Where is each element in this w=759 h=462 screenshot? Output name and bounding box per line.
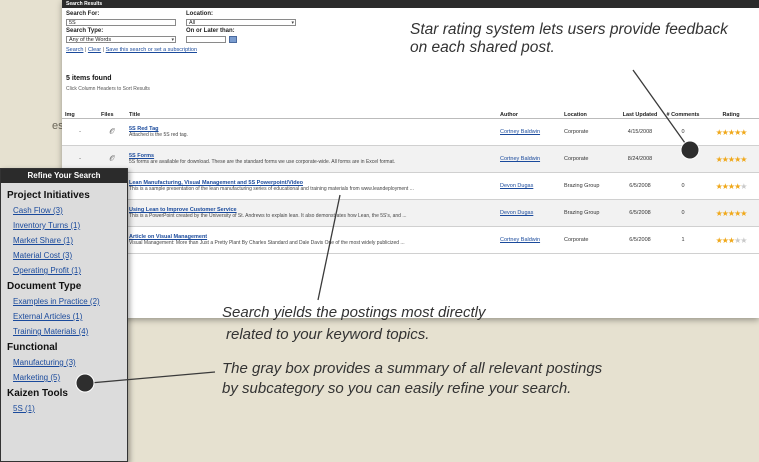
cell-last-updated: 6/5/2008	[617, 226, 663, 254]
refine-search-panel: Refine Your Search Project Initiatives Ca…	[0, 168, 128, 462]
table-row[interactable]: -𝓞Lean Manufacturing, Visual Management …	[62, 172, 759, 200]
author-link[interactable]: Cortney Baldwin	[500, 156, 540, 162]
refine-category-heading: Functional	[7, 342, 58, 353]
link-separator: |	[102, 47, 105, 53]
author-link[interactable]: Devon Dugas	[500, 183, 533, 189]
star-rating[interactable]: ★★★★★	[716, 209, 748, 218]
column-header-last-updated[interactable]: Last Updated	[617, 100, 663, 119]
column-header-title[interactable]: Title	[126, 100, 497, 119]
search-for-label: Search For:	[66, 11, 100, 17]
date-label: On or Later than:	[186, 28, 235, 34]
column-header-location[interactable]: Location	[561, 100, 617, 119]
author-link[interactable]: Cortney Baldwin	[500, 129, 540, 135]
cell-img: -	[62, 118, 98, 146]
result-description: This is a PowerPoint created by the Univ…	[129, 213, 407, 219]
cell-last-updated: 6/5/2008	[617, 199, 663, 227]
refine-panel-title: Refine Your Search	[1, 169, 127, 183]
star-rating[interactable]: ★★★★★	[716, 155, 748, 164]
table-row[interactable]: -𝓞Using Lean to Improve Customer Service…	[62, 199, 759, 227]
cell-comments: 1	[663, 226, 703, 254]
refine-subcategory-link[interactable]: Marketing (5)	[13, 373, 121, 382]
refine-subcategory-link[interactable]: Market Share (1)	[13, 236, 121, 245]
result-description: 5S forms are available for download. The…	[129, 159, 396, 165]
refine-category-heading: Kaizen Tools	[7, 388, 68, 399]
column-header-rating[interactable]: Rating	[703, 100, 759, 119]
cell-last-updated: 4/15/2008	[617, 118, 663, 146]
star-filled-icon[interactable]: ★	[740, 209, 747, 218]
refine-subcategory-link[interactable]: Manufacturing (3)	[13, 358, 121, 367]
results-header-row: Img Files Title Author Location Last Upd…	[62, 100, 759, 119]
search-links: Search | Clear | Save this search or set…	[66, 47, 197, 53]
gray-box-callout-line2: by subcategory so you can easily refine …	[222, 380, 572, 397]
location-value: All	[189, 20, 196, 26]
search-link[interactable]: Search	[66, 47, 83, 53]
column-header-author[interactable]: Author	[497, 100, 561, 119]
column-header-img[interactable]: Img	[62, 100, 98, 119]
gray-box-callout-line1: The gray box provides a summary of all r…	[222, 360, 603, 377]
chevron-down-icon: ▾	[171, 37, 174, 43]
cell-location: Corporate	[561, 226, 617, 254]
star-empty-icon[interactable]: ★	[740, 236, 747, 245]
cell-last-updated: 6/5/2008	[617, 172, 663, 200]
search-type-label: Search Type:	[66, 28, 104, 34]
search-callout-line2: related to your keyword topics.	[226, 326, 430, 343]
rating-callout: Star rating system lets users provide fe…	[410, 21, 728, 56]
cell-location: Corporate	[561, 145, 617, 173]
search-type-value: Any of the Words	[69, 37, 112, 43]
cell-comments: 0	[663, 172, 703, 200]
cell-location: Brazing Group	[561, 199, 617, 227]
author-link[interactable]: Cortney Baldwin	[500, 237, 540, 243]
star-rating[interactable]: ★★★★★	[716, 128, 748, 137]
cell-comments: 0	[663, 199, 703, 227]
calendar-icon[interactable]	[229, 36, 237, 43]
search-for-input[interactable]: 5S	[66, 19, 176, 26]
result-description: Visual Management: More than Just a Pret…	[129, 240, 405, 246]
refine-subcategory-link[interactable]: Operating Profit (1)	[13, 266, 121, 275]
paperclip-icon[interactable]: 𝓞	[109, 127, 114, 136]
result-description: This is a sample presentation of the lea…	[129, 186, 414, 192]
refine-category-heading: Project Initiatives	[7, 190, 90, 201]
paperclip-icon[interactable]: 𝓞	[109, 154, 114, 163]
refine-subcategory-link[interactable]: Training Materials (4)	[13, 327, 121, 336]
star-filled-icon[interactable]: ★	[740, 128, 747, 137]
chevron-down-icon: ▾	[291, 20, 294, 26]
result-description: Attached is the 5S red tag.	[129, 132, 188, 138]
results-table: Img Files Title Author Location Last Upd…	[62, 100, 759, 254]
author-link[interactable]: Devon Dugas	[500, 210, 533, 216]
sort-hint: Click Column Headers to Sort Results	[66, 86, 150, 92]
cell-location: Corporate	[561, 118, 617, 146]
table-row[interactable]: - 𝓞 5S Red Tag Attached is the 5S red tag. C…	[62, 118, 759, 146]
results-header-bar: Search Results	[62, 0, 759, 8]
cell-comments	[663, 145, 703, 173]
search-callout-line1: Search yields the postings most directly	[222, 304, 486, 321]
items-found-count: 5 items found	[66, 75, 112, 82]
refine-subcategory-link[interactable]: Inventory Turns (1)	[13, 221, 121, 230]
star-filled-icon[interactable]: ★	[740, 155, 747, 164]
date-input[interactable]	[186, 36, 226, 43]
refine-subcategory-link[interactable]: Examples in Practice (2)	[13, 297, 121, 306]
link-separator: |	[84, 47, 87, 53]
column-header-comments[interactable]: # Comments	[663, 100, 703, 119]
refine-subcategory-link[interactable]: 5S (1)	[13, 404, 121, 413]
table-row[interactable]: - 𝓞 5S Forms 5S forms are available for dow…	[62, 145, 759, 173]
location-select[interactable]: All ▾	[186, 19, 296, 26]
refine-category-heading: Document Type	[7, 281, 82, 292]
search-type-select[interactable]: Any of the Words ▾	[66, 36, 176, 43]
location-label: Location:	[186, 11, 213, 17]
refine-subcategory-link[interactable]: External Articles (1)	[13, 312, 121, 321]
refine-panel-body: Project Initiatives Cash Flow (3) Inventor…	[1, 183, 127, 461]
star-empty-icon[interactable]: ★	[740, 182, 747, 191]
cell-location: Brazing Group	[561, 172, 617, 200]
clear-link[interactable]: Clear	[88, 47, 101, 53]
star-rating[interactable]: ★★★★★	[716, 236, 748, 245]
save-search-link[interactable]: Save this search or set a subscription	[106, 47, 197, 53]
cell-last-updated: 8/24/2008	[617, 145, 663, 173]
column-header-files[interactable]: Files	[98, 100, 126, 119]
cell-comments: 0	[663, 118, 703, 146]
table-row[interactable]: -𝓞Article on Visual ManagementVisual Man…	[62, 226, 759, 254]
refine-subcategory-link[interactable]: Cash Flow (3)	[13, 206, 121, 215]
star-rating[interactable]: ★★★★★	[716, 182, 748, 191]
refine-subcategory-link[interactable]: Material Cost (3)	[13, 251, 121, 260]
